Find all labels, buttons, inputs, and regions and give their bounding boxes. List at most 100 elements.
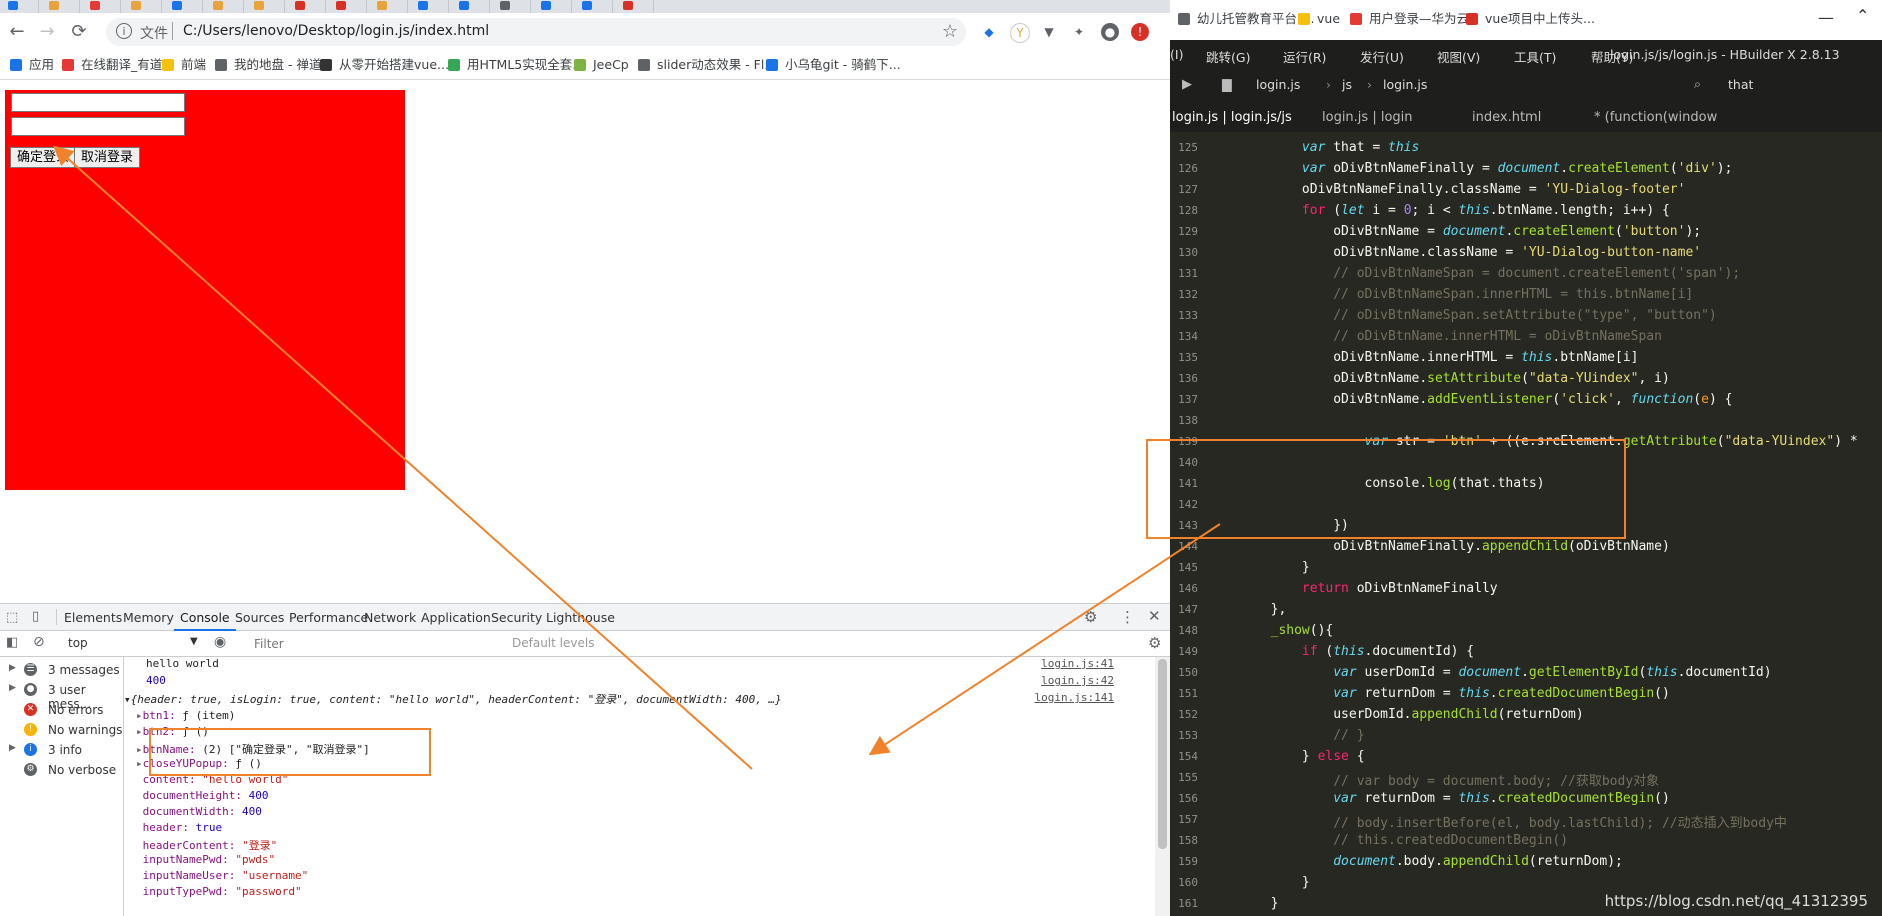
update-icon[interactable]: ! (1131, 23, 1149, 41)
tab-network[interactable]: Network (364, 610, 416, 625)
console-prop[interactable]: header: true (136, 821, 222, 834)
star-icon[interactable]: ☆ (942, 21, 958, 42)
code-line[interactable]: // oDivBtnName.innerHTML = oDivBtnNameSp… (1208, 329, 1662, 344)
bookmark-item[interactable]: 从零开始搭建vue... (320, 56, 449, 74)
code-line[interactable]: // this.createdDocumentBegin() (1208, 833, 1568, 848)
bookmark-item[interactable]: 应用 (10, 56, 54, 74)
extension-icon[interactable]: Y (1010, 23, 1030, 43)
device-toolbar-icon[interactable]: ▯ (32, 609, 39, 624)
sidebar-item[interactable]: ⚙ No verbose (0, 758, 123, 782)
prop-arrow-icon[interactable]: ▸ (136, 743, 143, 756)
editor-tab[interactable]: login.js | login.js/js (1172, 110, 1292, 125)
close-icon[interactable]: ✕ (1148, 607, 1161, 625)
path-segment[interactable]: login.js (1256, 77, 1300, 92)
prop-arrow-icon[interactable]: ▸ (136, 757, 143, 770)
bookmark-item[interactable]: vue项目中上传头... (1466, 10, 1595, 28)
code-line[interactable]: var returnDom = this.createdDocumentBegi… (1208, 686, 1670, 701)
code-line[interactable]: oDivBtnName = document.createElement('bu… (1208, 224, 1701, 239)
tab-elements[interactable]: Elements (64, 610, 122, 625)
puzzle-icon[interactable]: ✦ (1070, 23, 1088, 41)
code-line[interactable]: document.body.appendChild(returnDom); (1208, 854, 1623, 869)
source-link[interactable]: login.js:42 (1041, 674, 1114, 687)
browser-tab[interactable] (164, 0, 203, 13)
browser-tab[interactable] (123, 0, 162, 13)
extension-icon[interactable]: ◆ (980, 23, 998, 41)
bookmark-item[interactable]: 小乌龟git - 骑鹤下... (766, 56, 901, 74)
browser-tab[interactable] (574, 0, 613, 13)
browser-tab[interactable] (287, 0, 326, 13)
console-prop[interactable]: headerContent: "登录" (136, 837, 278, 853)
code-line[interactable]: // body.insertBefore(el, body.lastChild)… (1208, 812, 1787, 831)
back-icon[interactable]: ← (6, 21, 28, 43)
code-line[interactable]: oDivBtnName.innerHTML = this.btnName[i] (1208, 350, 1638, 365)
search-query[interactable]: that (1728, 77, 1753, 92)
confirm-login-button[interactable]: 确定登录 (10, 147, 77, 168)
more-icon[interactable]: ⋮ (1120, 608, 1135, 626)
browser-tab[interactable] (328, 0, 367, 13)
prop-arrow-icon[interactable]: ▸ (136, 725, 143, 738)
tab-console[interactable]: Console (174, 610, 236, 631)
code-line[interactable]: var userDomId = document.getElementById(… (1208, 665, 1771, 680)
browser-tab[interactable] (369, 0, 408, 13)
forward-icon[interactable]: → (36, 21, 58, 43)
levels-select[interactable]: Default levels (512, 636, 594, 650)
bookmark-item[interactable]: JeeCp (574, 56, 629, 74)
filter-input[interactable]: Filter (244, 634, 504, 652)
bookmark-item[interactable]: 幼儿托管教育平台P... (1178, 10, 1315, 28)
code-line[interactable]: if (this.documentId) { (1208, 644, 1474, 659)
expand-arrow-icon[interactable]: ▶ (9, 663, 16, 673)
code-line[interactable]: var that = this (1208, 140, 1419, 155)
console-prop[interactable]: documentHeight: 400 (136, 789, 269, 802)
editor-tab[interactable]: login.js | login (1322, 110, 1413, 125)
expand-arrow-icon[interactable]: ▶ (9, 683, 16, 693)
code-line[interactable]: } else { (1208, 749, 1365, 764)
inspect-icon[interactable]: ⬚ (6, 610, 18, 625)
console-prop[interactable]: ▸btn1: ƒ (item) (136, 709, 235, 722)
tab-application[interactable]: Application (421, 610, 491, 625)
code-line[interactable]: oDivBtnName.setAttribute("data-YUindex",… (1208, 371, 1670, 386)
bookmark-item[interactable]: vue (1298, 10, 1340, 28)
code-line[interactable]: oDivBtnNameFinally.appendChild(oDivBtnNa… (1208, 539, 1670, 554)
menu-item[interactable]: 跳转(G) (1206, 47, 1250, 66)
menu-item[interactable]: 工具(T) (1514, 47, 1556, 66)
menu-item[interactable]: 运行(R) (1283, 47, 1326, 66)
tab-security[interactable]: Security (491, 610, 542, 625)
browser-tab[interactable] (615, 0, 654, 13)
path-segment[interactable]: login.js (1383, 77, 1427, 92)
tab-lighthouse[interactable]: Lighthouse (546, 610, 615, 625)
code-line[interactable]: for (let i = 0; i < this.btnName.length;… (1208, 203, 1670, 218)
bookmark-item[interactable]: 用户登录—华为云 (1350, 10, 1469, 28)
code-line[interactable]: var returnDom = this.createdDocumentBegi… (1208, 791, 1670, 806)
code-line[interactable]: _show(){ (1208, 623, 1334, 638)
browser-tab[interactable] (82, 0, 121, 13)
bookmark-item[interactable]: slider动态效果 - Fl... (638, 56, 776, 74)
scrollbar-thumb[interactable] (1158, 659, 1167, 849)
browser-tab[interactable] (533, 0, 572, 13)
code-line[interactable]: // oDivBtnNameSpan.innerHTML = this.btnN… (1208, 287, 1693, 302)
console-prop[interactable]: inputNamePwd: "pwds" (136, 853, 275, 866)
bookmark-item[interactable]: 在线翻译_有道 (62, 56, 162, 74)
code-line[interactable]: } (1208, 560, 1310, 575)
console-settings-icon[interactable]: ⚙ (1148, 634, 1161, 652)
tab-performance[interactable]: Performance (289, 610, 368, 625)
code-line[interactable]: oDivBtnName.className = 'YU-Dialog-butto… (1208, 245, 1701, 260)
code-line[interactable]: } (1208, 896, 1279, 911)
reload-icon[interactable]: ⟳ (68, 21, 90, 43)
console-scrollbar[interactable] (1155, 657, 1170, 916)
source-link[interactable]: login.js:141 (1035, 691, 1114, 704)
code-line[interactable]: // oDivBtnNameSpan = document.createElem… (1208, 266, 1740, 281)
chevron-down-icon[interactable]: ▼ (190, 636, 198, 647)
run-icon[interactable]: ▶ (1182, 77, 1192, 92)
avatar[interactable]: ● (1101, 23, 1119, 41)
code-line[interactable]: // } (1208, 728, 1364, 743)
code-line[interactable]: oDivBtnName.addEventListener ('click', fu… (1208, 392, 1732, 407)
code-line[interactable]: // oDivBtnNameSpan.setAttribute("type", … (1208, 308, 1717, 323)
cancel-login-button[interactable]: 取消登录 (74, 147, 141, 168)
menu-item[interactable]: 发行(U) (1360, 47, 1404, 66)
code-line[interactable]: userDomId.appendChild(returnDom) (1208, 707, 1583, 722)
sidebar-toggle-icon[interactable]: ◧ (6, 635, 18, 650)
path-segment[interactable]: js (1342, 77, 1352, 92)
info-icon[interactable]: i (116, 23, 132, 39)
expand-arrow-icon[interactable]: ▶ (9, 743, 16, 753)
url-text[interactable]: C:/Users/lenovo/Desktop/login.js/index.h… (183, 23, 489, 39)
